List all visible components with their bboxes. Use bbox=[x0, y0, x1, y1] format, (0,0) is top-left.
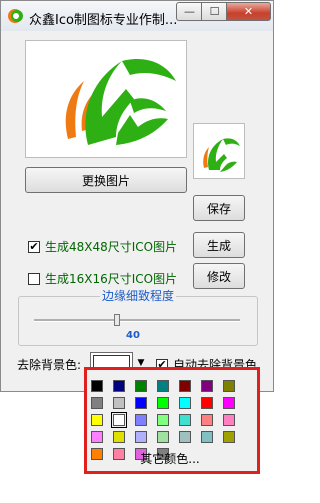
replace-image-button[interactable]: 更换图片 bbox=[25, 167, 187, 193]
color-swatch[interactable] bbox=[157, 397, 169, 409]
color-swatch[interactable] bbox=[201, 431, 213, 443]
color-swatch[interactable] bbox=[179, 397, 191, 409]
color-swatch[interactable] bbox=[223, 431, 235, 443]
color-swatch[interactable] bbox=[201, 414, 213, 426]
color-swatch[interactable] bbox=[223, 380, 235, 392]
color-swatch[interactable] bbox=[201, 397, 213, 409]
color-swatch[interactable] bbox=[157, 431, 169, 443]
color-swatch[interactable] bbox=[113, 397, 125, 409]
color-swatch[interactable] bbox=[157, 414, 169, 426]
color-swatch[interactable] bbox=[91, 414, 103, 426]
color-swatch[interactable] bbox=[223, 414, 235, 426]
color-swatch[interactable] bbox=[113, 431, 125, 443]
color-swatch[interactable] bbox=[135, 414, 147, 426]
gen48-option[interactable]: ✔ 生成48X48尺寸ICO图片 bbox=[28, 238, 177, 255]
edge-detail-title: 边缘细致程度 bbox=[100, 287, 177, 304]
remove-bg-label: 去除背景色: bbox=[17, 358, 82, 372]
gen16-label: 生成16X16尺寸ICO图片 bbox=[45, 272, 178, 286]
edge-detail-value: 40 bbox=[126, 330, 140, 341]
gen48-checkbox[interactable]: ✔ bbox=[28, 240, 40, 253]
minimize-button[interactable]: — bbox=[176, 2, 202, 21]
color-swatch[interactable] bbox=[91, 397, 103, 409]
generate-button[interactable]: 生成 bbox=[193, 232, 245, 258]
logo-preview-image bbox=[65, 59, 176, 145]
title-bar[interactable]: 众鑫Ico制图标专业作制... — ☐ ✕ bbox=[1, 1, 273, 31]
gen48-label: 生成48X48尺寸ICO图片 bbox=[45, 240, 178, 254]
color-swatch[interactable] bbox=[113, 380, 125, 392]
edge-detail-slider-track[interactable] bbox=[34, 319, 240, 322]
color-swatch[interactable] bbox=[157, 380, 169, 392]
color-swatch[interactable] bbox=[179, 431, 191, 443]
color-swatch[interactable] bbox=[201, 380, 213, 392]
more-colors-button[interactable]: 其它颜色... bbox=[92, 451, 248, 467]
color-swatch[interactable] bbox=[135, 397, 147, 409]
image-preview-small bbox=[193, 123, 245, 179]
gen16-option[interactable]: 生成16X16尺寸ICO图片 bbox=[28, 270, 177, 287]
app-logo-icon bbox=[8, 9, 23, 23]
modify-button[interactable]: 修改 bbox=[193, 263, 245, 289]
edge-detail-slider-thumb[interactable] bbox=[114, 314, 120, 326]
window-title: 众鑫Ico制图标专业作制... bbox=[29, 13, 177, 28]
image-preview-large bbox=[25, 40, 187, 158]
color-swatch[interactable] bbox=[179, 380, 191, 392]
color-swatch[interactable] bbox=[91, 380, 103, 392]
gen16-checkbox[interactable] bbox=[28, 272, 40, 285]
close-button[interactable]: ✕ bbox=[226, 2, 271, 21]
color-swatch[interactable] bbox=[135, 380, 147, 392]
color-swatch[interactable] bbox=[179, 414, 191, 426]
color-swatch[interactable] bbox=[135, 431, 147, 443]
color-swatch[interactable] bbox=[91, 431, 103, 443]
logo-preview-small-image bbox=[203, 138, 240, 172]
save-button[interactable]: 保存 bbox=[193, 195, 245, 221]
maximize-button[interactable]: ☐ bbox=[201, 2, 227, 21]
color-swatch[interactable] bbox=[111, 412, 127, 428]
color-swatch[interactable] bbox=[223, 397, 235, 409]
main-window: 众鑫Ico制图标专业作制... — ☐ ✕ 更换图片 保存 生成 修改 ✔ 生成… bbox=[0, 0, 274, 392]
